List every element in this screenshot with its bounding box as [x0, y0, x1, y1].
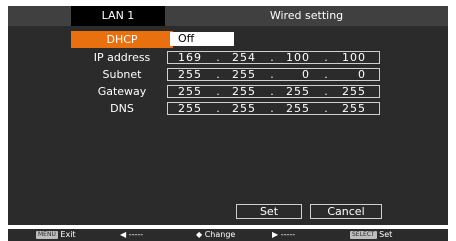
octet-4[interactable]: 255	[334, 86, 374, 97]
octet-4[interactable]: 100	[334, 52, 374, 63]
select-set-hint[interactable]: SELECT Set	[350, 229, 392, 241]
octet-separator: .	[324, 85, 328, 98]
octet-separator: .	[270, 68, 274, 81]
select-key-icon: SELECT	[350, 230, 377, 239]
right-hint: ▶ -----	[272, 230, 296, 239]
subnet-label: Subnet	[102, 68, 142, 81]
octet-separator: .	[324, 68, 328, 81]
set-label: Set	[379, 230, 393, 239]
menu-exit-hint[interactable]: MENU Exit	[36, 229, 76, 241]
octet-3[interactable]: 255	[278, 86, 318, 97]
ip-address-label: IP address	[93, 51, 151, 64]
exit-label: Exit	[60, 230, 76, 239]
cancel-button[interactable]: Cancel	[310, 204, 382, 219]
dns-row[interactable]: DNS 255 . 255 . 255 . 255	[8, 100, 448, 117]
change-hint: ◆ Change	[196, 230, 236, 239]
subnet-row[interactable]: Subnet 255 . 255 . 0 . 0	[8, 66, 448, 83]
subnet-field[interactable]: 255 . 255 . 0 . 0	[167, 68, 380, 81]
octet-2[interactable]: 255	[224, 103, 264, 114]
octet-4[interactable]: 255	[334, 103, 374, 114]
dhcp-value[interactable]: Off	[170, 32, 234, 46]
dhcp-label: DHCP	[71, 31, 173, 48]
footer-bar: MENU Exit ◀ ----- ◆ Change ▶ ----- SELEC…	[8, 229, 448, 241]
gateway-field[interactable]: 255 . 255 . 255 . 255	[167, 85, 380, 98]
octet-1[interactable]: 255	[170, 69, 210, 80]
octet-separator: .	[270, 102, 274, 115]
octet-3[interactable]: 100	[278, 52, 318, 63]
dns-label: DNS	[110, 102, 134, 115]
dhcp-row[interactable]: DHCP Off	[8, 31, 448, 48]
set-button[interactable]: Set	[236, 204, 302, 219]
octet-separator: .	[216, 85, 220, 98]
octet-separator: .	[324, 102, 328, 115]
left-hint: ◀ -----	[120, 230, 144, 239]
octet-2[interactable]: 254	[224, 52, 264, 63]
menu-key-icon: MENU	[36, 230, 58, 239]
octet-4[interactable]: 0	[342, 69, 382, 80]
octet-1[interactable]: 169	[170, 52, 210, 63]
lan-tab-title: LAN 1	[71, 6, 165, 26]
ip-address-row[interactable]: IP address 169 . 254 . 100 . 100	[8, 49, 448, 66]
octet-separator: .	[270, 85, 274, 98]
octet-separator: .	[216, 51, 220, 64]
dns-field[interactable]: 255 . 255 . 255 . 255	[167, 102, 380, 115]
page-title: Wired setting	[269, 9, 344, 22]
octet-2[interactable]: 255	[224, 69, 264, 80]
gateway-label: Gateway	[97, 85, 147, 98]
octet-2[interactable]: 255	[224, 86, 264, 97]
gateway-row[interactable]: Gateway 255 . 255 . 255 . 255	[8, 83, 448, 100]
octet-separator: .	[270, 51, 274, 64]
octet-1[interactable]: 255	[170, 103, 210, 114]
ip-address-field[interactable]: 169 . 254 . 100 . 100	[167, 51, 380, 64]
octet-3[interactable]: 255	[278, 103, 318, 114]
octet-1[interactable]: 255	[170, 86, 210, 97]
octet-separator: .	[324, 51, 328, 64]
octet-separator: .	[216, 68, 220, 81]
octet-separator: .	[216, 102, 220, 115]
